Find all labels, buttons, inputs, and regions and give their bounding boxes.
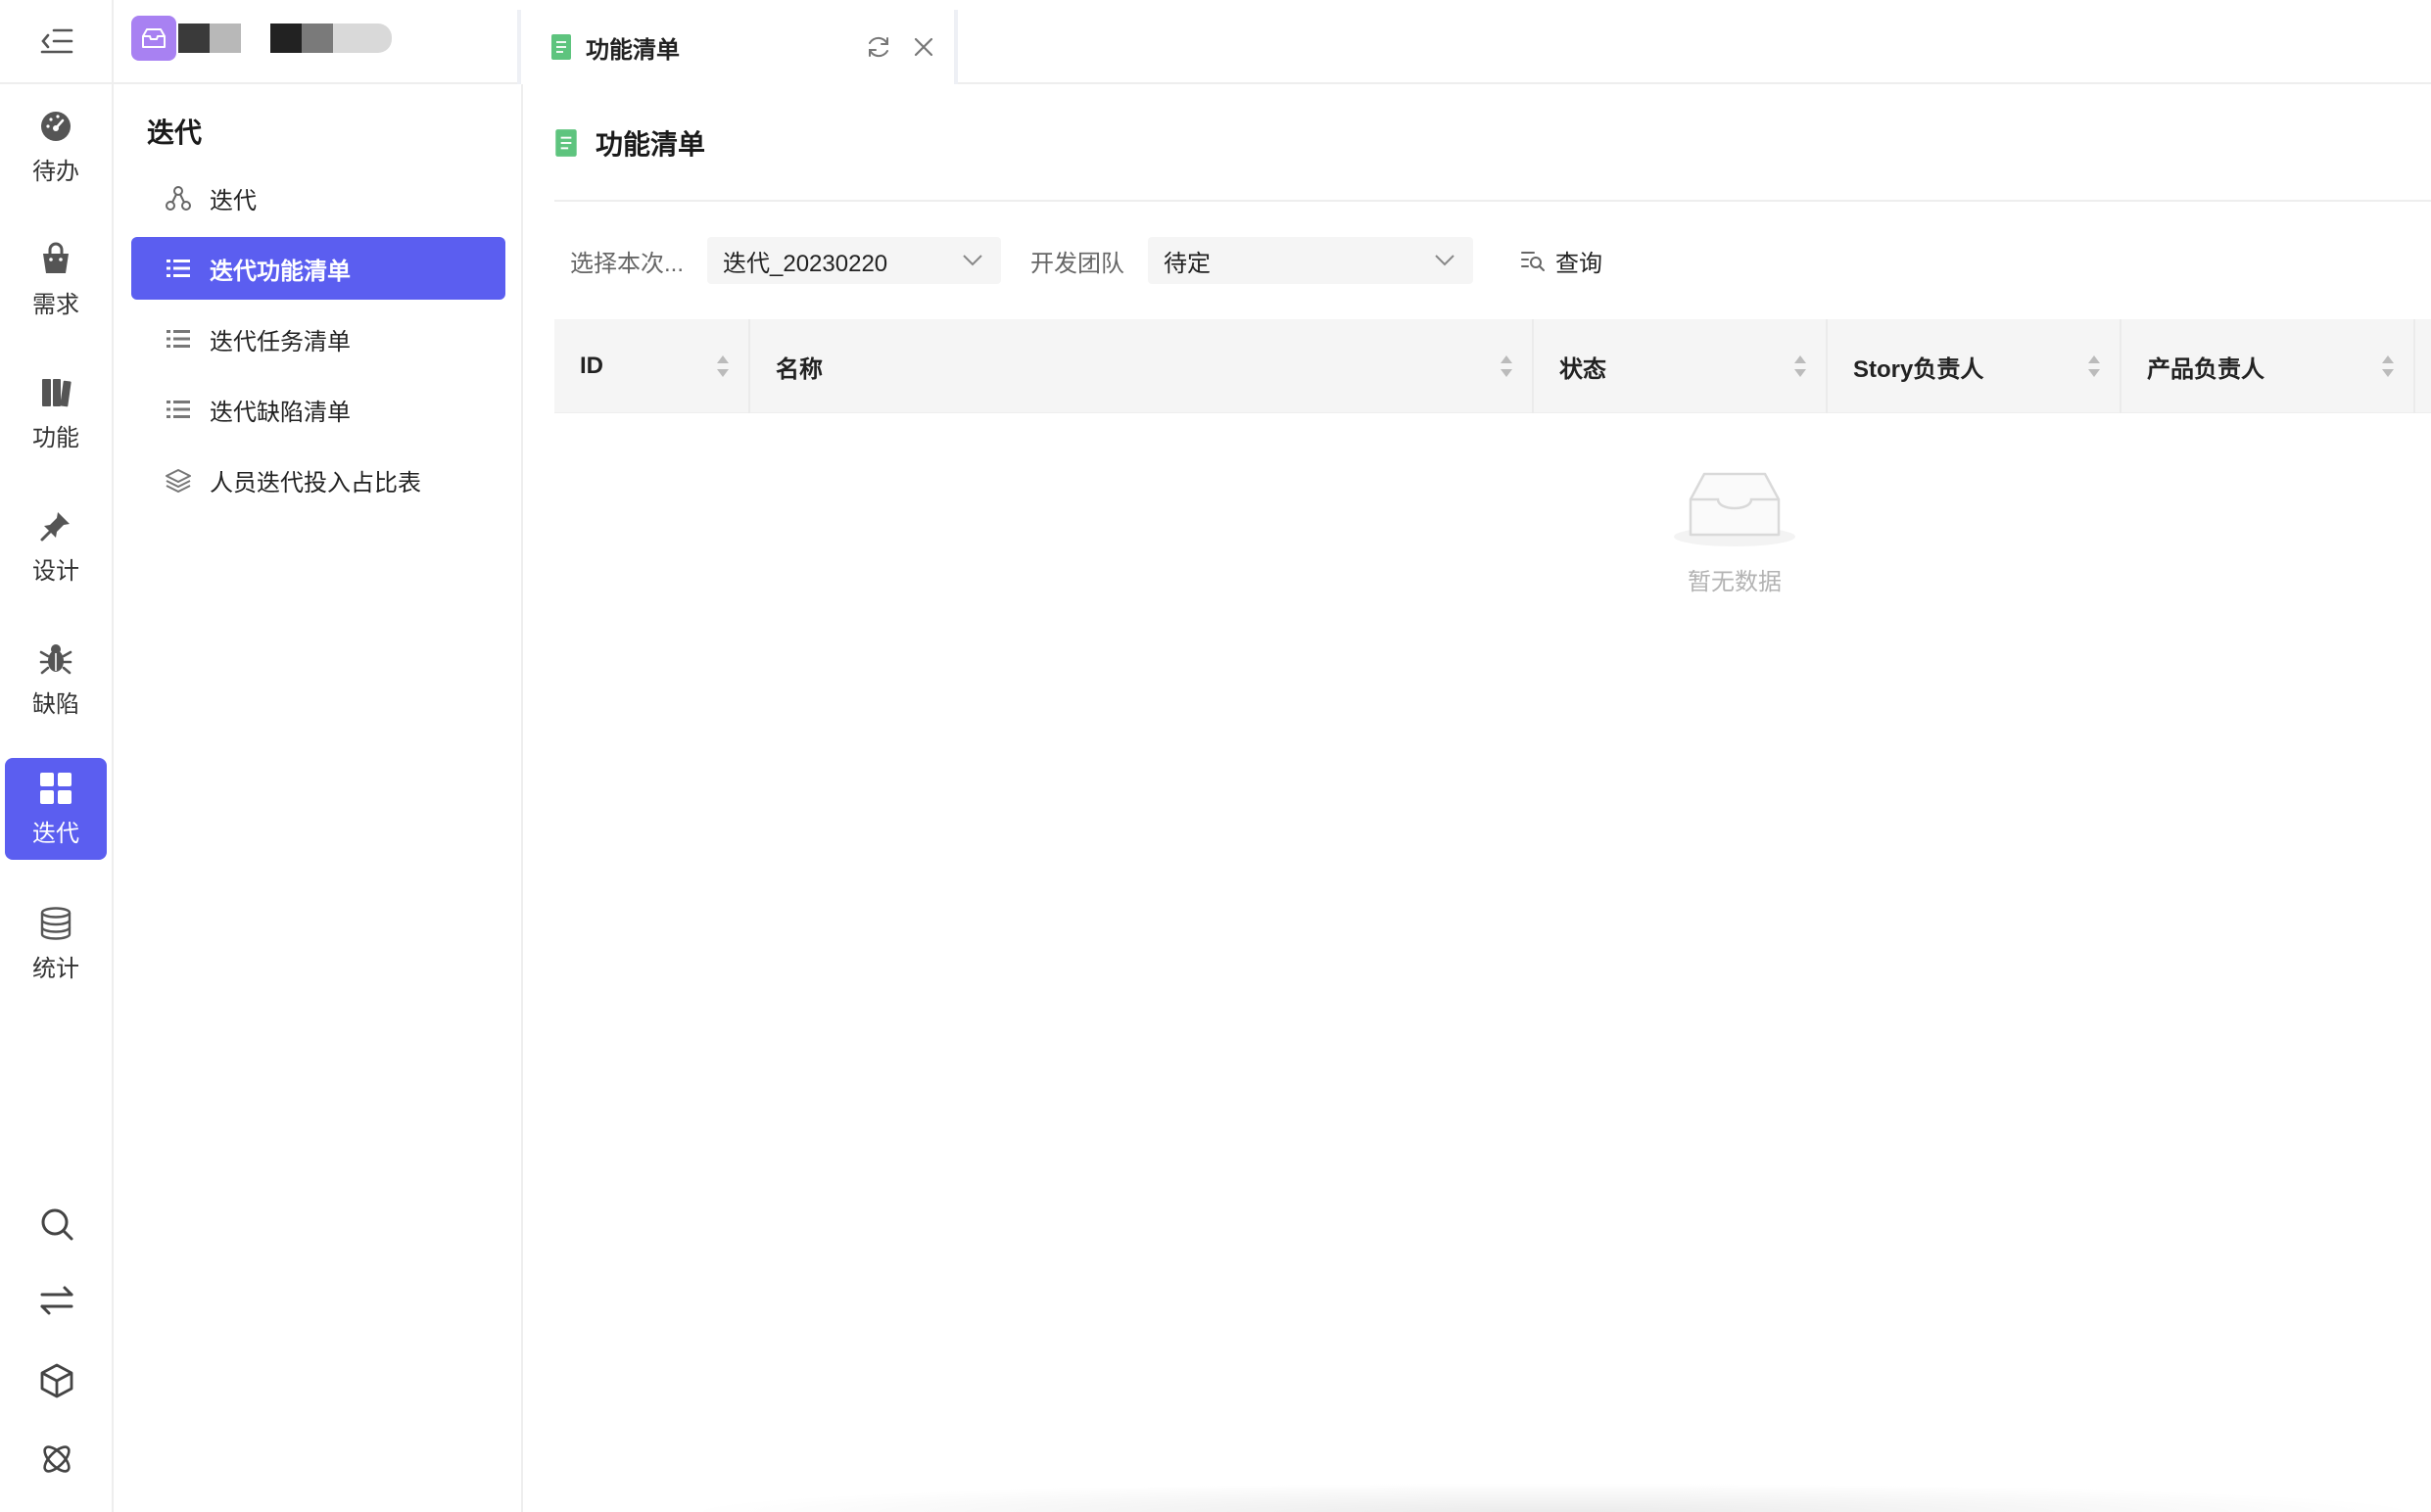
- books-icon: [42, 378, 72, 406]
- page-header: 功能清单: [554, 123, 705, 163]
- empty-inbox-icon: [1674, 472, 1795, 546]
- empty-state: 暂无数据: [1602, 466, 1867, 596]
- submenu-item-staff-allocation[interactable]: 人员迭代投入占比表: [131, 449, 505, 511]
- redacted-block: [210, 24, 241, 53]
- submenu-item-iteration-defect-list[interactable]: 迭代缺陷清单: [131, 378, 505, 441]
- icon-rail: 待办 需求 功能 设计 缺陷 迭代 统计: [0, 0, 114, 1512]
- team-select-value: 待定: [1164, 250, 1212, 277]
- rail-item-requirements[interactable]: 需求: [5, 229, 107, 331]
- column-header-overflow: [2415, 319, 2431, 413]
- close-icon[interactable]: [913, 36, 934, 58]
- submenu-item-iteration-feature-list[interactable]: 迭代功能清单: [131, 237, 505, 300]
- rail-item-label: 待办: [32, 158, 79, 185]
- column-header-status[interactable]: 状态: [1534, 319, 1828, 413]
- page-title: 功能清单: [596, 129, 706, 160]
- sort-icon: [2086, 354, 2102, 379]
- rail-item-design[interactable]: 设计: [5, 496, 107, 597]
- submenu-item-iteration-task-list[interactable]: 迭代任务清单: [131, 307, 505, 370]
- submenu-item-label: 迭代任务清单: [210, 328, 351, 355]
- column-header-product-owner[interactable]: 产品负责人: [2121, 319, 2415, 413]
- collapse-menu-icon[interactable]: [35, 22, 78, 61]
- column-header-id[interactable]: ID: [554, 319, 750, 413]
- submenu-item-label: 人员迭代投入占比表: [210, 469, 421, 496]
- rail-item-statistics[interactable]: 统计: [5, 893, 107, 995]
- column-header-label: Story负责人: [1853, 355, 1984, 383]
- iteration-filter-label: 选择本次...: [570, 250, 685, 277]
- iteration-submenu: 迭代 迭代 迭代功能清单 迭代任务清单 迭代缺陷清单 人员迭代投入占比表: [116, 84, 523, 1512]
- rail-item-features[interactable]: 功能: [5, 362, 107, 464]
- submenu-title: 迭代: [147, 118, 203, 148]
- sort-icon: [1499, 354, 1514, 379]
- rail-item-label: 设计: [32, 557, 79, 585]
- sort-icon: [715, 354, 731, 379]
- switch-arrows-icon[interactable]: [0, 1271, 114, 1330]
- submenu-item-label: 迭代缺陷清单: [210, 399, 351, 426]
- team-filter-label: 开发团队: [1030, 250, 1125, 277]
- rail-item-label: 需求: [32, 291, 79, 318]
- rail-divider: [0, 82, 114, 84]
- redacted-block: [178, 24, 210, 53]
- redacted-block: [302, 24, 333, 53]
- rail-item-label: 统计: [32, 955, 79, 982]
- column-header-label: ID: [580, 353, 603, 379]
- layers-icon: [166, 469, 191, 493]
- column-header-label: 状态: [1559, 355, 1606, 383]
- nodes-icon: [166, 186, 191, 211]
- atom-icon[interactable]: [0, 1430, 114, 1488]
- rail-item-iteration[interactable]: 迭代: [5, 758, 107, 860]
- brand-logo-icon: [131, 16, 176, 61]
- column-header-label: 产品负责人: [2147, 355, 2264, 383]
- chevron-down-icon: [963, 255, 982, 266]
- search-icon[interactable]: [0, 1195, 114, 1253]
- tab-title: 功能清单: [586, 36, 680, 64]
- list-icon: [167, 260, 190, 277]
- list-icon: [167, 330, 190, 348]
- rail-item-todo[interactable]: 待办: [5, 96, 107, 198]
- bag-icon: [43, 242, 69, 273]
- database-icon: [40, 906, 72, 940]
- document-icon: [555, 129, 577, 157]
- dashboard-icon: [41, 111, 71, 141]
- empty-state-text: 暂无数据: [1688, 569, 1782, 595]
- bug-icon: [39, 643, 72, 674]
- grid-icon: [40, 772, 72, 804]
- header-divider: [554, 200, 2431, 202]
- column-header-story-owner[interactable]: Story负责人: [1828, 319, 2121, 413]
- tab-feature-list[interactable]: 功能清单: [517, 10, 958, 84]
- submenu-item-label: 迭代: [210, 187, 257, 214]
- rail-item-label: 迭代: [32, 820, 79, 847]
- column-header-label: 名称: [776, 355, 823, 383]
- brand[interactable]: [131, 14, 392, 63]
- query-button-label: 查询: [1555, 250, 1603, 277]
- top-bar: 功能清单: [114, 0, 2431, 84]
- column-header-name[interactable]: 名称: [750, 319, 1534, 413]
- rail-item-defects[interactable]: 缺陷: [5, 629, 107, 731]
- search-list-icon: [1521, 252, 1546, 271]
- main-content: 功能清单 选择本次... 迭代_20230220 开发团队 待定 查询 ID 名…: [525, 84, 2431, 1512]
- table-header: ID 名称 状态 Story负责人 产品负责人: [554, 319, 2431, 413]
- query-button[interactable]: 查询: [1520, 244, 1602, 278]
- document-icon: [551, 34, 571, 60]
- sort-icon: [1792, 354, 1808, 379]
- bottom-shadow: [672, 1483, 2431, 1512]
- rail-item-label: 功能: [32, 424, 79, 451]
- refresh-icon[interactable]: [866, 34, 891, 60]
- cube-icon[interactable]: [0, 1351, 114, 1410]
- submenu-item-label: 迭代功能清单: [210, 258, 351, 285]
- rail-item-label: 缺陷: [32, 690, 79, 718]
- team-select[interactable]: 待定: [1148, 237, 1474, 284]
- redacted-block: [270, 24, 302, 53]
- submenu-item-iteration[interactable]: 迭代: [131, 166, 505, 229]
- design-pin-icon: [40, 511, 70, 541]
- filter-bar: 选择本次... 迭代_20230220 开发团队 待定 查询: [570, 237, 1602, 284]
- redacted-block: [333, 24, 392, 53]
- list-icon: [167, 401, 190, 418]
- iteration-select[interactable]: 迭代_20230220: [707, 237, 1002, 284]
- iteration-select-value: 迭代_20230220: [723, 250, 888, 277]
- feature-table: ID 名称 状态 Story负责人 产品负责人: [554, 319, 2431, 413]
- chevron-down-icon: [1435, 255, 1454, 266]
- sort-icon: [2380, 354, 2396, 379]
